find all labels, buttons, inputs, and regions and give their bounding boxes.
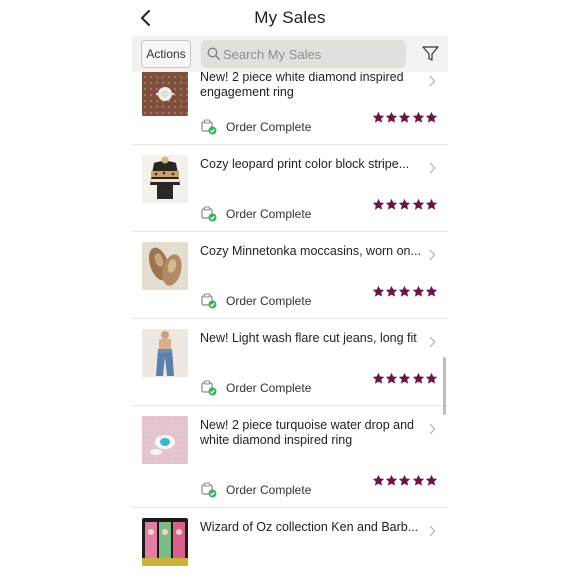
actions-button[interactable]: Actions xyxy=(141,40,191,68)
star-icon xyxy=(412,372,424,384)
sale-row[interactable]: Cozy leopard print color block stripe...… xyxy=(132,145,448,232)
chevron-right-icon xyxy=(429,249,436,261)
chevron-right-icon xyxy=(429,75,436,87)
order-complete-icon xyxy=(201,482,217,498)
search-input[interactable] xyxy=(223,40,401,68)
order-complete-icon xyxy=(201,119,217,135)
star-icon xyxy=(425,198,437,210)
status-label: Order Complete xyxy=(226,294,312,308)
star-icon xyxy=(399,285,411,297)
star-icon xyxy=(372,111,385,123)
item-thumbnail xyxy=(142,416,188,464)
star-icon xyxy=(386,285,398,297)
sale-row[interactable]: New! 2 piece white diamond inspired enga… xyxy=(132,72,448,145)
star-icon xyxy=(399,372,411,384)
item-title: New! Light wash flare cut jeans, long fi… xyxy=(200,331,417,345)
star-icon xyxy=(425,372,437,384)
star-icon xyxy=(372,474,385,486)
chevron-right-icon xyxy=(429,525,436,537)
item-title: New! 2 piece white diamond inspired enga… xyxy=(200,72,404,99)
star-icon xyxy=(386,474,398,486)
star-icon xyxy=(412,198,424,210)
item-thumbnail xyxy=(142,242,188,290)
search-box[interactable] xyxy=(201,40,406,68)
star-icon xyxy=(425,111,437,123)
order-complete-icon xyxy=(201,380,217,396)
order-complete-icon xyxy=(201,206,217,222)
scrollbar[interactable] xyxy=(443,357,446,415)
star-icon xyxy=(425,285,437,297)
star-icon xyxy=(386,372,398,384)
star-icon xyxy=(399,111,411,123)
sale-row[interactable]: Cozy Minnetonka moccasins, worn on... Or… xyxy=(132,232,448,319)
star-icon xyxy=(372,198,385,210)
sale-row[interactable]: Wizard of Oz collection Ken and Barb... xyxy=(132,508,448,580)
star-icon xyxy=(412,285,424,297)
item-thumbnail xyxy=(142,155,188,203)
item-title: Cozy Minnetonka moccasins, worn on... xyxy=(200,244,421,258)
rating-stars xyxy=(372,372,438,386)
status-label: Order Complete xyxy=(226,120,312,134)
chevron-right-icon xyxy=(429,423,436,435)
my-sales-screen: My Sales Actions Search My Sales New! 2 … xyxy=(132,0,448,580)
rating-stars xyxy=(372,198,438,212)
page-title: My Sales xyxy=(254,8,326,27)
order-complete-icon xyxy=(201,293,217,309)
item-title: Wizard of Oz collection Ken and Barb... xyxy=(200,520,419,534)
star-icon xyxy=(386,198,398,210)
star-icon xyxy=(412,111,424,123)
star-icon xyxy=(412,474,424,486)
status-label: Order Complete xyxy=(226,207,312,221)
filter-icon[interactable] xyxy=(422,45,439,62)
chevron-right-icon xyxy=(429,162,436,174)
rating-stars xyxy=(372,285,438,299)
star-icon xyxy=(372,285,385,297)
search-icon xyxy=(207,47,220,60)
item-thumbnail xyxy=(142,72,188,116)
item-thumbnail xyxy=(142,329,188,377)
star-icon xyxy=(386,111,398,123)
rating-stars xyxy=(372,111,438,125)
star-icon xyxy=(399,474,411,486)
sale-row[interactable]: New! 2 piece turquoise water drop and wh… xyxy=(132,406,448,508)
sale-row[interactable]: New! Light wash flare cut jeans, long fi… xyxy=(132,319,448,406)
item-title: Cozy leopard print color block stripe... xyxy=(200,157,410,171)
star-icon xyxy=(372,372,385,384)
item-thumbnail xyxy=(142,518,188,566)
sales-list[interactable]: New! 2 piece white diamond inspired enga… xyxy=(132,72,448,580)
chevron-right-icon xyxy=(429,336,436,348)
toolbar: Actions xyxy=(132,36,448,73)
star-icon xyxy=(425,474,437,486)
star-icon xyxy=(399,198,411,210)
status-label: Order Complete xyxy=(226,381,312,395)
status-label: Order Complete xyxy=(226,483,312,497)
nav-bar: My Sales xyxy=(132,0,448,36)
item-title: New! 2 piece turquoise water drop and wh… xyxy=(200,418,415,447)
rating-stars xyxy=(372,474,438,488)
